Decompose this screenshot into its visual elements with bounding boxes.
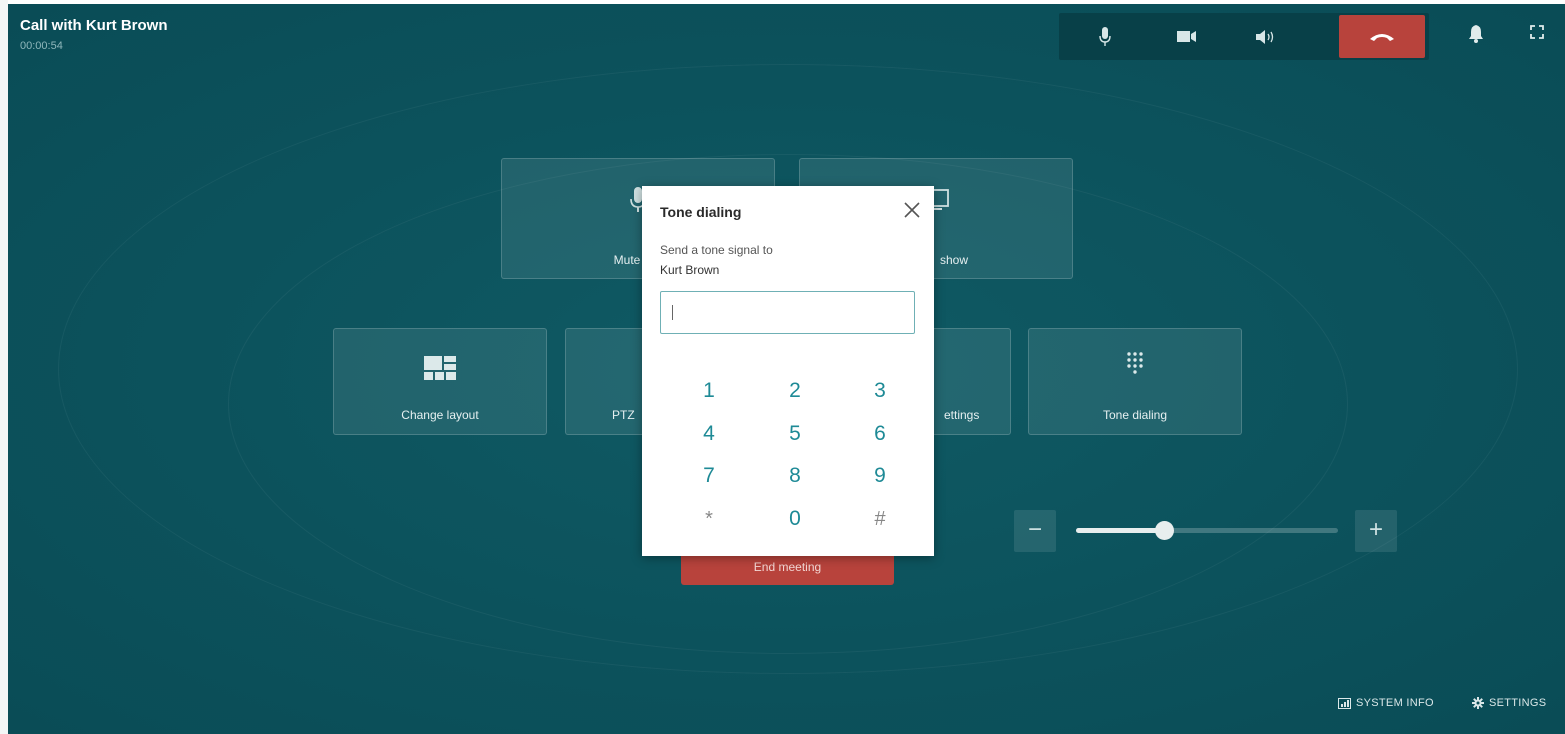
volume-slider-fill [1076, 528, 1165, 533]
settings-label: SETTINGS [1489, 697, 1547, 709]
settings-label: ettings [944, 408, 980, 422]
call-title: Call with Kurt Brown [20, 17, 168, 34]
dialpad-key-3[interactable]: 3 [860, 379, 900, 403]
notifications-button[interactable] [1468, 24, 1484, 48]
dialpad-key-hash[interactable]: # [860, 508, 900, 531]
phone-hangup-icon [1370, 33, 1394, 41]
close-icon[interactable] [903, 201, 921, 219]
camera-button[interactable] [1152, 13, 1222, 60]
speaker-icon [1256, 29, 1274, 44]
fullscreen-button[interactable] [1530, 25, 1544, 44]
system-info-icon [1338, 697, 1351, 709]
microphone-icon [1099, 26, 1111, 46]
dialpad-key-9[interactable]: 9 [860, 464, 900, 488]
tone-input[interactable] [660, 291, 915, 334]
left-edge-strip [0, 0, 8, 734]
dialpad-key-0[interactable]: 0 [775, 507, 815, 531]
gear-icon [1472, 697, 1484, 709]
layout-grid-icon [424, 356, 456, 380]
tone-dialing-dialog: Tone dialing Send a tone signal to Kurt … [642, 186, 934, 556]
dialpad-key-5[interactable]: 5 [775, 422, 815, 446]
microphone-button[interactable] [1070, 13, 1140, 60]
dialpad-key-1[interactable]: 1 [689, 379, 729, 403]
dialpad-key-4[interactable]: 4 [689, 422, 729, 446]
slideshow-label: show [940, 253, 969, 267]
volume-down-button[interactable]: − [1014, 510, 1056, 552]
bell-icon [1469, 25, 1483, 43]
settings-button[interactable]: SETTINGS [1472, 697, 1546, 709]
dialog-title: Tone dialing [660, 204, 742, 220]
change-layout-tile[interactable]: Change layout [333, 328, 547, 435]
call-screen: Call with Kurt Brown 00:00:54 Mute mic s… [8, 4, 1565, 734]
text-caret [672, 305, 673, 320]
camera-icon [1177, 31, 1196, 42]
hang-up-button[interactable] [1339, 15, 1425, 58]
dialpad-icon [1127, 352, 1143, 374]
dialpad-key-star[interactable]: * [689, 508, 729, 531]
dialpad-key-2[interactable]: 2 [775, 379, 815, 403]
call-timer: 00:00:54 [20, 40, 63, 52]
dialpad-key-6[interactable]: 6 [860, 422, 900, 446]
dialpad-key-7[interactable]: 7 [689, 464, 729, 488]
speaker-button[interactable] [1232, 13, 1302, 60]
ptz-label: PTZ [612, 408, 635, 422]
top-control-bar [1059, 13, 1429, 60]
system-info-label: SYSTEM INFO [1356, 697, 1434, 709]
fullscreen-icon [1530, 25, 1544, 39]
tone-dialing-tile[interactable]: Tone dialing [1028, 328, 1242, 435]
change-layout-label: Change layout [401, 408, 479, 422]
dialpad-key-8[interactable]: 8 [775, 464, 815, 488]
volume-slider[interactable] [1076, 521, 1338, 540]
dialog-recipient: Kurt Brown [660, 263, 720, 277]
system-info-button[interactable]: SYSTEM INFO [1338, 697, 1434, 709]
volume-up-button[interactable]: + [1355, 510, 1397, 552]
volume-slider-thumb[interactable] [1155, 521, 1174, 540]
dialog-description: Send a tone signal to [660, 243, 773, 257]
tone-dialing-label: Tone dialing [1102, 408, 1168, 422]
